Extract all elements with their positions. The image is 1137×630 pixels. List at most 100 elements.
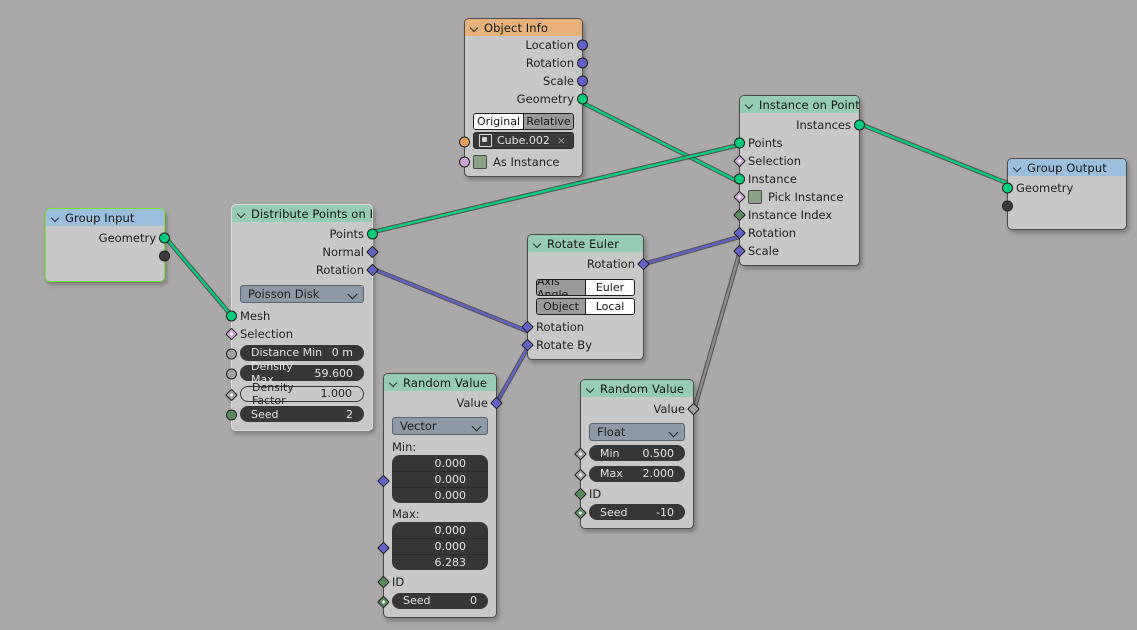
as-instance-row[interactable]: As Instance [459, 153, 582, 171]
output-socket-row-value[interactable]: Value [384, 394, 503, 412]
socket-instance-index[interactable] [733, 208, 746, 222]
output-socket-row-normal[interactable]: Normal [232, 243, 379, 261]
field-max-z[interactable]: 6.283 [392, 554, 488, 570]
socket-instance[interactable] [734, 173, 745, 185]
socket-location[interactable] [577, 39, 588, 51]
socket-virtual[interactable] [159, 250, 170, 262]
socket-density-max[interactable] [226, 368, 237, 380]
toggle-euler[interactable]: Euler [585, 280, 634, 295]
socket-density-factor[interactable] [225, 388, 238, 401]
field-max[interactable]: Max 2.000 [589, 465, 685, 482]
field-max-y[interactable]: 0.000 [392, 538, 488, 554]
input-socket-row-selection[interactable]: Selection [733, 152, 859, 170]
chevron-down-icon[interactable] [470, 23, 480, 33]
socket-seed[interactable] [574, 506, 587, 520]
distribute-method-dropdown[interactable]: Poisson Disk [240, 285, 364, 303]
input-socket-row-selection[interactable]: Selection [225, 325, 372, 343]
input-socket-row-instance[interactable]: Instance [734, 170, 859, 188]
socket-rotation[interactable] [577, 57, 588, 69]
node-header-random-value-vector[interactable]: Random Value [384, 374, 496, 391]
socket-selection[interactable] [225, 327, 238, 341]
node-instance-on-points[interactable]: Instance on Points Instances Points Sele… [733, 95, 865, 266]
output-socket-row-location[interactable]: Location [465, 36, 588, 54]
output-socket-row-points[interactable]: Points [232, 225, 378, 243]
output-socket-row-value[interactable]: Value [581, 400, 700, 418]
rotation-type-toggle[interactable]: Axis Angle Euler [536, 279, 635, 296]
chevron-down-icon[interactable] [237, 209, 247, 219]
toggle-axis-angle[interactable]: Axis Angle [537, 280, 585, 295]
socket-as-instance[interactable] [459, 156, 470, 168]
socket-instances[interactable] [854, 119, 865, 131]
node-rotate-euler[interactable]: Rotate Euler Rotation Axis Angle Euler O… [521, 234, 650, 360]
field-min-vector[interactable]: 0.000 0.000 0.000 [392, 455, 488, 503]
socket-seed[interactable] [226, 409, 237, 421]
chevron-down-icon[interactable] [1013, 163, 1023, 173]
socket-max[interactable] [574, 468, 587, 481]
field-seed[interactable]: Seed 0 [392, 592, 488, 609]
node-header-instance-on-points[interactable]: Instance on Points [740, 96, 859, 113]
socket-id[interactable] [574, 487, 587, 500]
output-socket-row-scale[interactable]: Scale [465, 72, 588, 90]
toggle-local[interactable]: Local [585, 299, 634, 314]
socket-geometry[interactable] [577, 93, 588, 105]
close-icon[interactable]: × [557, 134, 566, 147]
socket-rotation-in[interactable] [521, 320, 534, 334]
node-header-distribute-points[interactable]: Distribute Points on Face [232, 205, 372, 222]
input-socket-row-id[interactable]: ID [574, 485, 693, 503]
field-seed[interactable]: Seed 2 [240, 406, 364, 422]
socket-value[interactable] [490, 396, 503, 410]
input-socket-row-rotation[interactable]: Rotation [733, 224, 859, 242]
object-selector-field[interactable]: Cube.002 × [473, 132, 574, 149]
field-min-x[interactable]: 0.000 [392, 455, 488, 471]
chevron-down-icon[interactable] [533, 239, 543, 249]
node-editor-canvas[interactable]: Object Info Location Rotation Scale Geom… [0, 0, 1137, 630]
node-random-value-vector[interactable]: Random Value Value Vector Min: 0.000 0.0… [377, 373, 503, 618]
output-socket-row-geometry[interactable]: Geometry [465, 90, 588, 108]
input-socket-row-virtual[interactable] [1002, 197, 1126, 215]
socket-seed[interactable] [377, 595, 390, 608]
socket-points[interactable] [367, 228, 378, 240]
socket-rotate-by[interactable] [521, 338, 534, 352]
socket-points[interactable] [734, 137, 745, 149]
node-group-input[interactable]: Group Input Geometry [45, 208, 170, 282]
input-socket-row-geometry[interactable]: Geometry [1002, 179, 1126, 197]
data-type-dropdown[interactable]: Vector [392, 417, 488, 435]
socket-value[interactable] [687, 402, 700, 416]
transform-space-toggle[interactable]: Original Relative [473, 113, 574, 130]
socket-object[interactable] [459, 136, 470, 148]
socket-rotation[interactable] [733, 226, 746, 240]
socket-distance-min[interactable] [226, 348, 237, 359]
socket-min[interactable] [574, 447, 587, 461]
output-socket-row-rotation[interactable]: Rotation [528, 255, 650, 273]
socket-scale[interactable] [733, 244, 746, 258]
input-socket-row-rotate-by[interactable]: Rotate By [521, 336, 643, 354]
output-socket-row-virtual[interactable] [46, 247, 170, 265]
input-socket-row-scale[interactable]: Scale [733, 242, 859, 260]
chevron-down-icon[interactable] [586, 384, 596, 394]
node-object-info[interactable]: Object Info Location Rotation Scale Geom… [459, 18, 588, 177]
field-min[interactable]: Min 0.500 [589, 445, 685, 461]
input-socket-row-pick-instance[interactable]: Pick Instance [733, 188, 859, 206]
field-distance-min[interactable]: Distance Min 0 m [240, 344, 364, 361]
input-socket-row-instance-index[interactable]: Instance Index [733, 206, 859, 224]
socket-min[interactable] [377, 474, 390, 488]
input-socket-row-points[interactable]: Points [734, 134, 859, 152]
socket-geometry[interactable] [1002, 182, 1013, 194]
node-header-group-output[interactable]: Group Output [1008, 159, 1126, 176]
data-type-dropdown[interactable]: Float [589, 423, 685, 441]
socket-rotation[interactable] [366, 263, 379, 277]
output-socket-row-rotation[interactable]: Rotation [232, 261, 379, 279]
input-socket-row-id[interactable]: ID [377, 573, 496, 591]
socket-selection[interactable] [733, 154, 746, 168]
socket-id[interactable] [377, 575, 390, 589]
chevron-down-icon[interactable] [389, 378, 399, 388]
rotation-space-toggle[interactable]: Object Local [536, 298, 635, 315]
socket-geometry[interactable] [159, 232, 170, 244]
socket-scale[interactable] [577, 75, 588, 87]
node-header-random-value-float[interactable]: Random Value [581, 380, 693, 397]
field-seed[interactable]: Seed -10 [589, 504, 685, 520]
output-socket-row-geometry[interactable]: Geometry [46, 229, 170, 247]
output-socket-row-instances[interactable]: Instances [740, 116, 865, 134]
node-header-object-info[interactable]: Object Info [465, 19, 582, 36]
field-min-z[interactable]: 0.000 [392, 487, 488, 503]
